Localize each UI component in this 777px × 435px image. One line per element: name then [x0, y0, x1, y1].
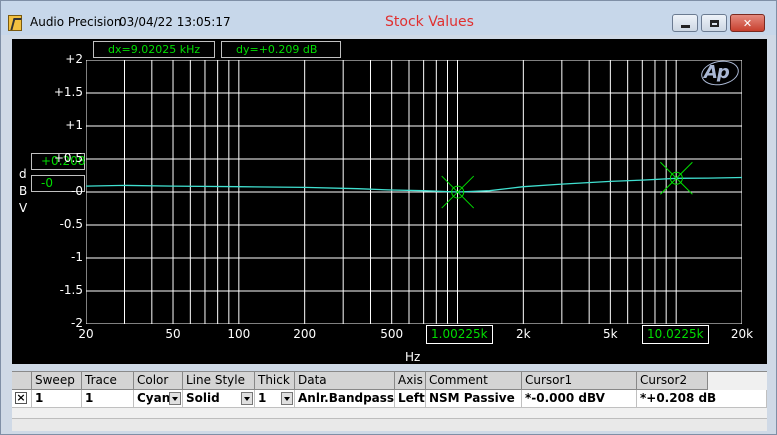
x-tick-label: 5k	[603, 327, 618, 341]
close-icon: ✕	[742, 16, 753, 30]
app-window: Audio Precision 03/04/22 13:05:17 Stock …	[0, 0, 777, 435]
horizontal-scrollbar[interactable]	[12, 418, 767, 431]
close-button[interactable]: ✕	[730, 14, 765, 32]
y-unit-letter-d: d	[19, 167, 27, 181]
table-row[interactable]: × 1 1 Cyan Solid 1 Anlr.Bandpass!Er Left…	[12, 390, 767, 408]
minimize-icon	[673, 15, 697, 31]
cell-cursor1[interactable]: *-0.000 dBV	[522, 390, 637, 408]
y-tick-label: +2	[65, 52, 83, 66]
header-axis[interactable]: Axis	[395, 372, 426, 390]
x-axis-label: Hz	[405, 350, 421, 364]
x-tick-label: 200	[293, 327, 317, 341]
x-tick-label: 2k	[516, 327, 531, 341]
header-line-style[interactable]: Line Style	[183, 372, 255, 390]
header-thick[interactable]: Thick	[255, 372, 295, 390]
table-header-row: Sweep Trace Color Line Style Thick Data …	[12, 372, 767, 390]
cell-comment[interactable]: NSM Passive	[426, 390, 522, 408]
maximize-button[interactable]	[701, 14, 727, 32]
trace-table: Sweep Trace Color Line Style Thick Data …	[12, 371, 767, 418]
minimize-button[interactable]	[672, 14, 698, 32]
header-data[interactable]: Data	[295, 372, 395, 390]
thick-value: 1	[258, 391, 267, 405]
dy-readout: dy=+0.209 dB	[221, 41, 341, 58]
dx-readout: dx=9.02025 kHz	[93, 41, 215, 58]
y-unit-letter-v: V	[19, 201, 28, 215]
header-color[interactable]: Color	[134, 372, 183, 390]
header-comment[interactable]: Comment	[426, 372, 522, 390]
y-tick-label: -1.5	[59, 283, 83, 297]
x-tick-label: 20	[78, 327, 94, 341]
cell-cursor2[interactable]: *+0.208 dB	[637, 390, 767, 408]
y-tick-label: -1	[71, 250, 83, 264]
cell-trace[interactable]: 1	[82, 390, 134, 408]
color-dropdown-icon[interactable]	[169, 392, 181, 405]
app-title: Audio Precision	[30, 15, 122, 29]
y-tick-label: +0.5	[53, 151, 83, 165]
color-value: Cyan	[137, 391, 171, 405]
header-cursor1[interactable]: Cursor1	[522, 372, 637, 390]
header-check	[12, 372, 32, 390]
cell-data[interactable]: Anlr.Bandpass!Er	[295, 390, 395, 408]
thick-select[interactable]: 1	[255, 390, 295, 408]
line-style-dropdown-icon[interactable]	[241, 392, 253, 405]
graph-title: Stock Values	[385, 14, 474, 30]
y-tick-label: -0	[71, 184, 83, 198]
y-tick-label: -0.5	[59, 217, 83, 231]
header-trace[interactable]: Trace	[82, 372, 134, 390]
y-tick-label: +1	[65, 118, 83, 132]
x-tick-label: 20k	[730, 327, 754, 341]
window-datetime: 03/04/22 13:05:17	[119, 15, 231, 29]
maximize-icon	[702, 15, 726, 31]
x-cursor-readout-2[interactable]: 10.0225k	[642, 325, 709, 344]
x-tick-label: 500	[380, 327, 404, 341]
x-cursor-readout-1[interactable]: 1.00225k	[426, 325, 493, 344]
checkbox-mark: ×	[15, 391, 27, 404]
cell-axis[interactable]: Left	[395, 390, 426, 408]
thick-dropdown-icon[interactable]	[281, 392, 293, 405]
y-unit-letter-b: B	[19, 184, 28, 198]
title-bar[interactable]: Audio Precision 03/04/22 13:05:17 Stock …	[1, 1, 776, 35]
header-sweep[interactable]: Sweep	[32, 372, 82, 390]
trace-enable-checkbox[interactable]: ×	[12, 390, 32, 408]
header-cursor2[interactable]: Cursor2	[637, 372, 708, 390]
line-style-select[interactable]: Solid	[183, 390, 255, 408]
color-select[interactable]: Cyan	[134, 390, 183, 408]
line-style-value: Solid	[186, 391, 220, 405]
x-tick-label: 50	[165, 327, 181, 341]
y-tick-label: +1.5	[53, 85, 83, 99]
x-tick-label: 100	[227, 327, 251, 341]
app-icon[interactable]	[8, 15, 22, 31]
plot-svg[interactable]	[86, 60, 742, 324]
series-line-0	[86, 176, 742, 193]
cell-sweep[interactable]: 1	[32, 390, 82, 408]
